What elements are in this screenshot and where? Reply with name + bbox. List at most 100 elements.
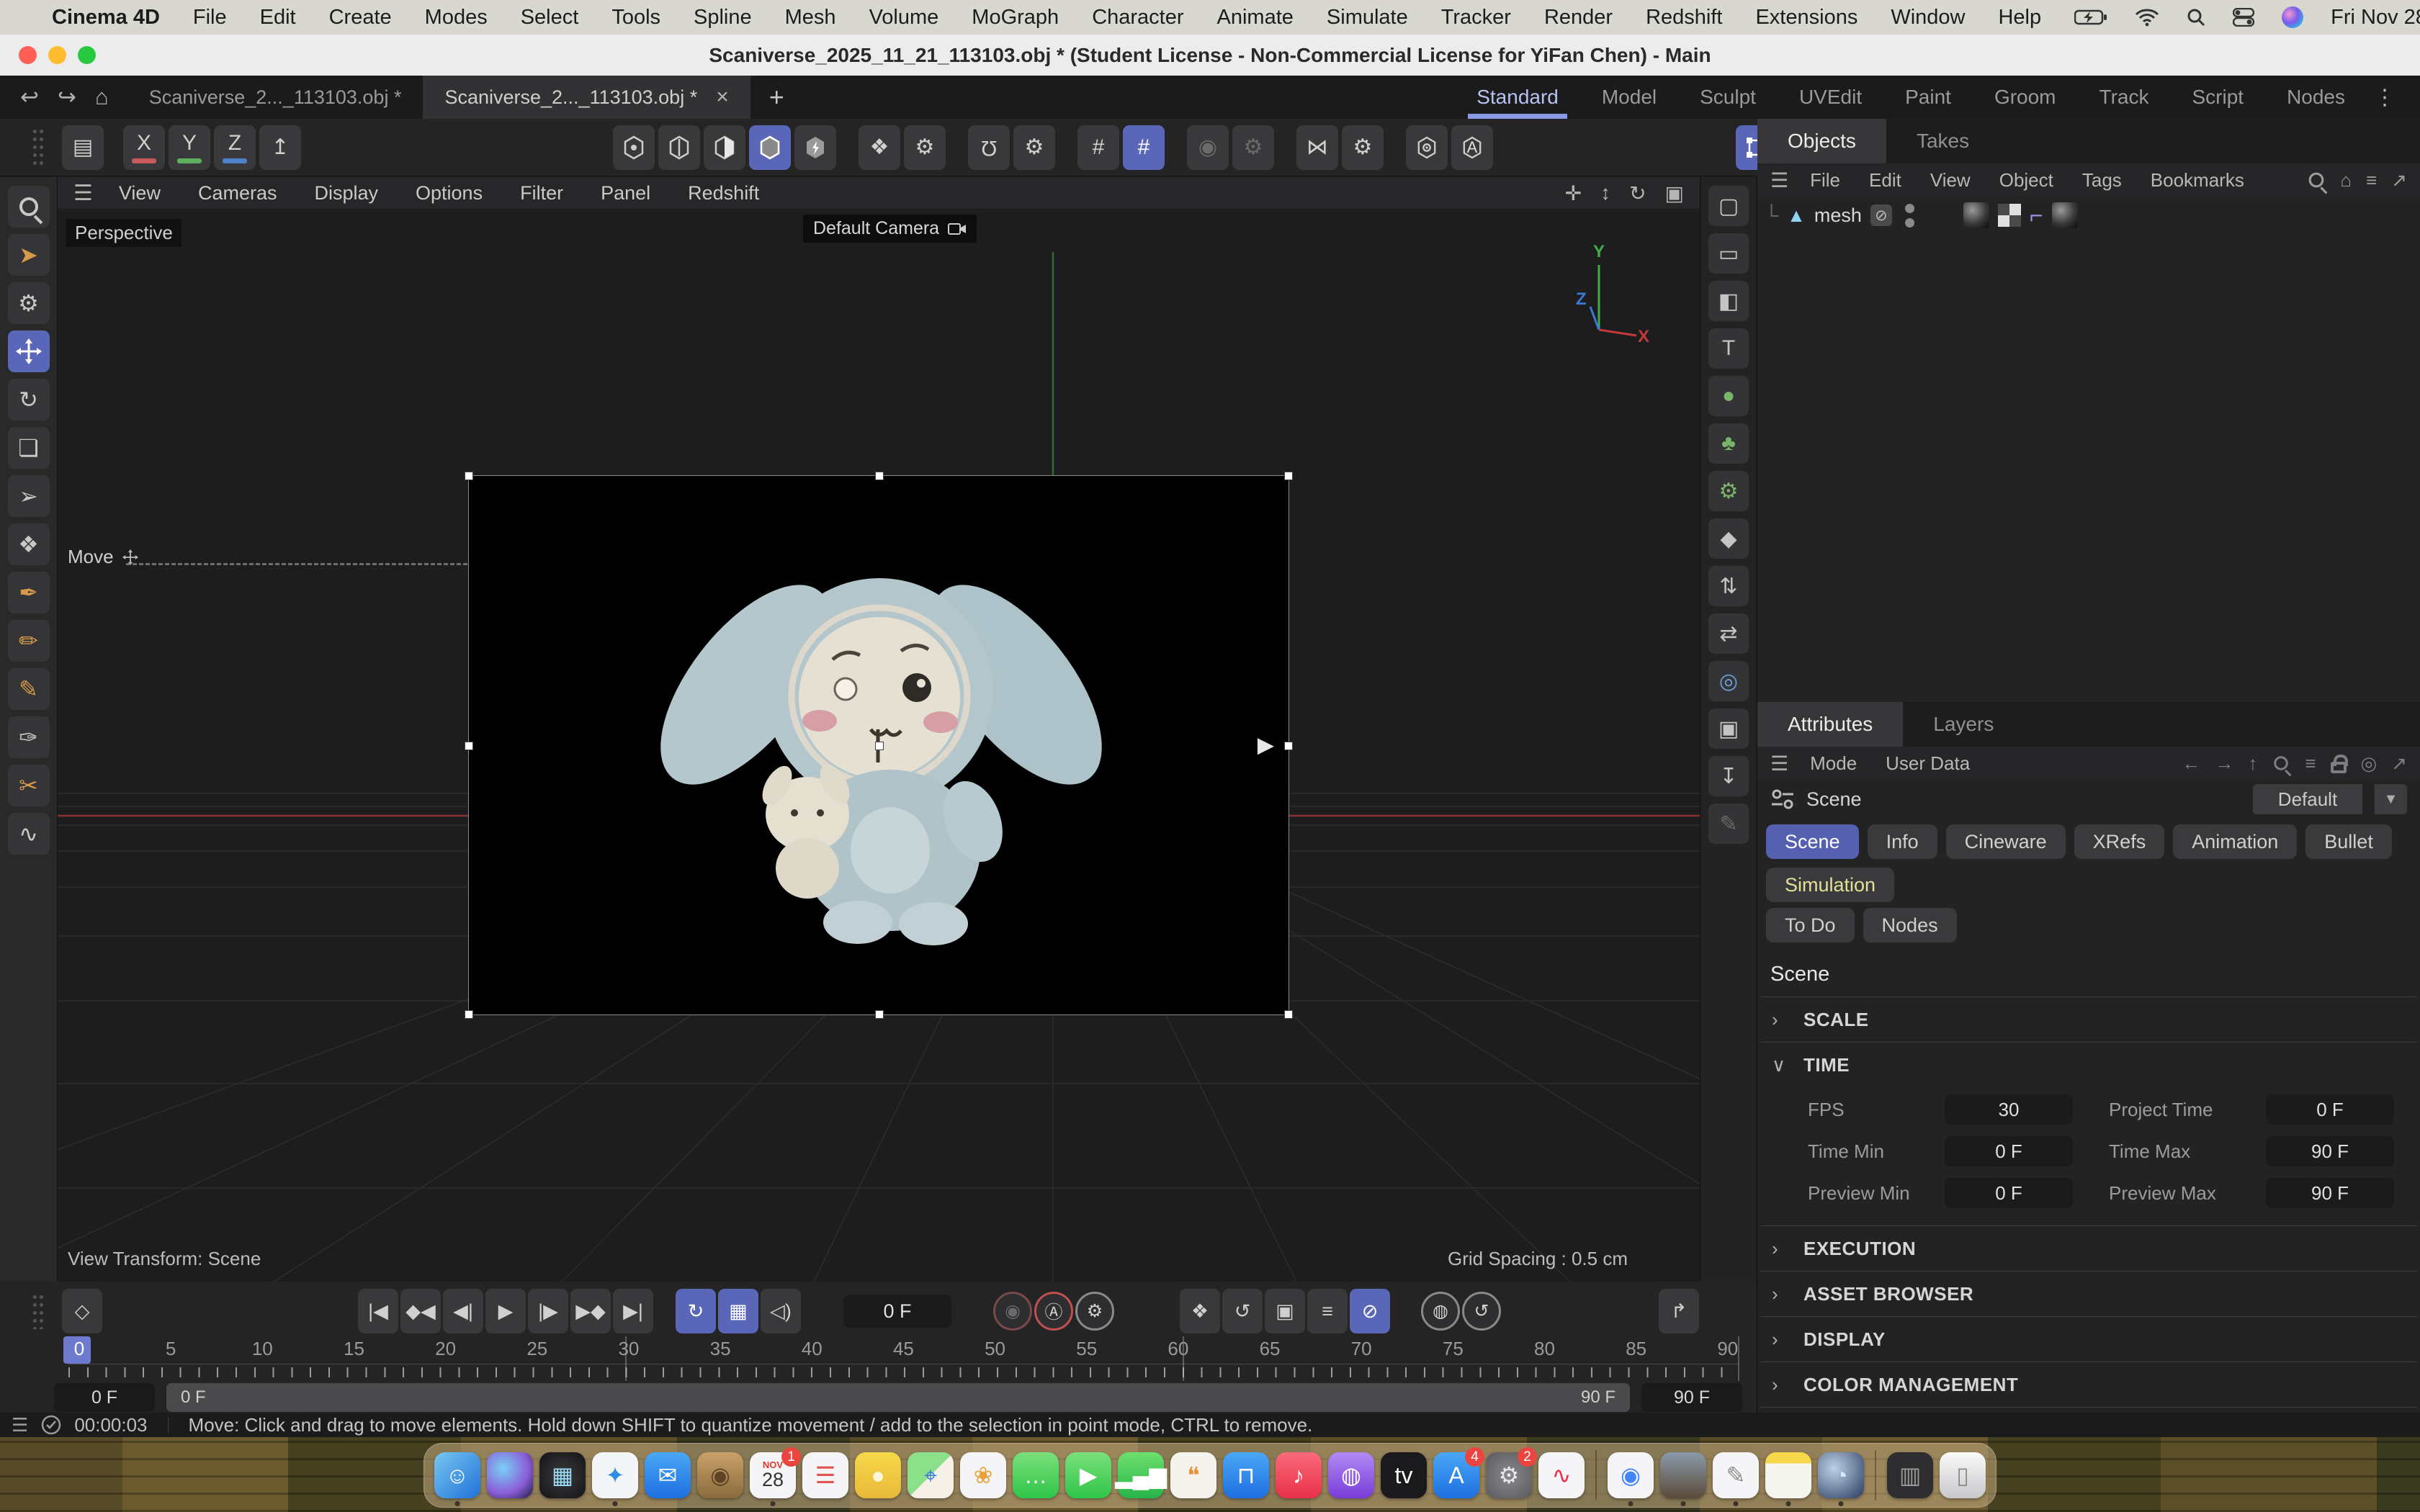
attribute-tab-chip[interactable]: To Do <box>1766 908 1855 942</box>
tab-layers[interactable]: Layers <box>1903 702 2024 747</box>
menu-item[interactable]: Extensions <box>1755 6 1857 30</box>
new-tab-button[interactable]: + <box>750 76 803 119</box>
menu-item[interactable]: Spline <box>694 6 752 30</box>
menu-item[interactable]: Edit <box>260 6 296 30</box>
live-selection-button[interactable]: ➤ <box>8 234 50 276</box>
dock-app[interactable]: ⊓ <box>1223 1452 1269 1498</box>
dock-app[interactable]: ❀ <box>960 1452 1006 1498</box>
control-center-icon[interactable] <box>2233 8 2254 27</box>
dolly-icon[interactable]: ↕ <box>1600 181 1610 205</box>
sound-toggle-button[interactable]: ◁) <box>761 1289 801 1333</box>
scale-tool-button[interactable]: ❏ <box>8 427 50 469</box>
transfer-tool-button[interactable]: ➢ <box>8 475 50 517</box>
dock-app[interactable]: ♪ <box>1276 1452 1322 1498</box>
objects-menu-item[interactable]: Edit <box>1869 169 1901 192</box>
layout-tab[interactable]: Script <box>2170 76 2265 119</box>
goto-start-button[interactable]: |◀ <box>358 1289 398 1333</box>
range-min-field[interactable]: 0 F <box>54 1383 155 1412</box>
tab-takes[interactable]: Takes <box>1886 119 1999 163</box>
spotlight-icon[interactable] <box>2187 8 2205 27</box>
collapsed-section-row[interactable]: › EXECUTION <box>1757 1226 2420 1271</box>
history-forward-icon[interactable]: → <box>2215 752 2233 775</box>
key-scale-toggle[interactable]: ▣ <box>1265 1289 1305 1333</box>
dock-app[interactable]: ✎ <box>1713 1452 1759 1498</box>
dock-app[interactable] <box>1875 1450 1876 1500</box>
falloff-settings-gear-icon[interactable]: ⚙ <box>1232 125 1274 170</box>
dock-app[interactable]: ▦ <box>539 1452 586 1498</box>
dock-app[interactable]: NOV 28 1 <box>750 1452 796 1498</box>
snap-magnet-button[interactable]: Ω <box>968 125 1010 170</box>
axis-modification-button[interactable]: ❖ <box>859 125 900 170</box>
dock-app[interactable]: tv <box>1381 1452 1427 1498</box>
tab-objects[interactable]: Objects <box>1757 119 1886 163</box>
collapsed-section-row[interactable]: › COLOR MANAGEMENT <box>1757 1362 2420 1407</box>
plane-primitive-icon[interactable]: ▭ <box>1708 233 1749 274</box>
dock-app[interactable]: ▯ <box>1940 1452 1986 1498</box>
import-tray-icon[interactable]: ↧ <box>1708 756 1749 796</box>
layout-tab[interactable]: Sculpt <box>1678 76 1778 119</box>
handle-mid-right[interactable] <box>1284 742 1293 750</box>
autokey-button[interactable]: Ⓐ <box>1034 1292 1073 1331</box>
status-menu-icon[interactable]: ☰ <box>12 1414 28 1436</box>
make-editable-button[interactable] <box>613 125 655 170</box>
layout-tab[interactable]: Nodes <box>2265 76 2367 119</box>
viewport-menu-item[interactable]: Options <box>416 182 483 204</box>
home-icon[interactable]: ⌂ <box>2340 169 2352 192</box>
current-frame-field[interactable]: 0 F <box>843 1295 951 1328</box>
orbit-icon[interactable]: ↻ <box>1629 181 1646 205</box>
deformer-icon[interactable]: ◆ <box>1708 518 1749 559</box>
preview-max-field[interactable]: 90 F <box>2266 1178 2394 1208</box>
axis-z-lock-button[interactable]: Z <box>214 125 256 170</box>
axis-settings-gear-icon[interactable]: ⚙ <box>904 125 946 170</box>
layout-tab[interactable]: Model <box>1580 76 1678 119</box>
dock-app[interactable]: ☺ <box>434 1452 480 1498</box>
previous-frame-button[interactable]: ◀| <box>443 1289 483 1333</box>
forward-icon[interactable]: ↪ <box>58 84 76 110</box>
export-icon[interactable]: ↗ <box>2391 169 2407 192</box>
tweak-tool-button[interactable]: ⚙ <box>8 282 50 324</box>
dock-app[interactable]: A 4 <box>1433 1452 1479 1498</box>
menu-item[interactable]: Volume <box>869 6 939 30</box>
next-key-button[interactable]: ▶◆ <box>570 1289 611 1333</box>
model-mode-button[interactable] <box>658 125 700 170</box>
texture-mode-button[interactable] <box>704 125 745 170</box>
viewport-menu-item[interactable]: Redshift <box>688 182 759 204</box>
dock-app[interactable]: ✉ <box>645 1452 691 1498</box>
parent-icon[interactable]: ↑ <box>2248 752 2257 775</box>
marquee-select-icon[interactable]: ▢ <box>1708 186 1749 226</box>
document-tab-inactive[interactable]: Scaniverse_2..._113103.obj * <box>127 76 424 119</box>
sketch-tool-button[interactable]: ✏ <box>8 620 50 662</box>
maximize-view-icon[interactable]: ▣ <box>1665 181 1684 205</box>
objects-menu-item[interactable]: Object <box>1999 169 2053 192</box>
handle-bottom-left[interactable] <box>465 1010 473 1019</box>
key-rotation-toggle[interactable]: ↺ <box>1222 1289 1263 1333</box>
keyframe-settings-button[interactable]: ⚙ <box>1075 1292 1114 1331</box>
workplane-button[interactable]: ▤ <box>62 125 104 170</box>
history-back-icon[interactable]: ← <box>2182 752 2200 775</box>
preview-min-field[interactable]: 0 F <box>1945 1178 2073 1208</box>
layout-tab[interactable]: Standard <box>1455 76 1580 119</box>
play-button[interactable]: ▶ <box>485 1289 526 1333</box>
menu-item[interactable]: Help <box>1998 6 2041 30</box>
back-icon[interactable]: ↩ <box>20 84 39 110</box>
menu-item[interactable]: Select <box>521 6 579 30</box>
close-tab-icon[interactable]: × <box>716 85 729 109</box>
timeline-ruler[interactable]: 051015202530354045505560657075808590 <box>68 1338 1739 1364</box>
viewport-menu-item[interactable]: Display <box>314 182 378 204</box>
menu-item[interactable]: Window <box>1891 6 1965 30</box>
toolbar-grip[interactable] <box>32 127 45 168</box>
viewport-menu-icon[interactable]: ☰ <box>73 181 93 206</box>
keyframe-diamond-icon[interactable]: ◇ <box>62 1289 102 1333</box>
search-icon[interactable] <box>2309 173 2324 188</box>
dock-app[interactable]: ⚙ 2 <box>1486 1452 1532 1498</box>
attribute-tab-chip[interactable]: Nodes <box>1863 908 1957 942</box>
attribute-tab-chip[interactable]: Scene <box>1766 824 1859 859</box>
dock-app[interactable]: ▶ <box>1065 1452 1111 1498</box>
dock-app[interactable]: ◔ <box>1818 1452 1864 1498</box>
text-object-icon[interactable]: T <box>1708 328 1749 369</box>
search-icon[interactable] <box>2275 756 2289 770</box>
record-keyframe-button[interactable]: ◉ <box>993 1292 1032 1331</box>
key-pla-toggle[interactable]: ⊘ <box>1350 1289 1390 1333</box>
polygon-pen-button[interactable]: ✎ <box>8 668 50 710</box>
mouse-rotate-button[interactable]: ↺ <box>1462 1292 1501 1331</box>
